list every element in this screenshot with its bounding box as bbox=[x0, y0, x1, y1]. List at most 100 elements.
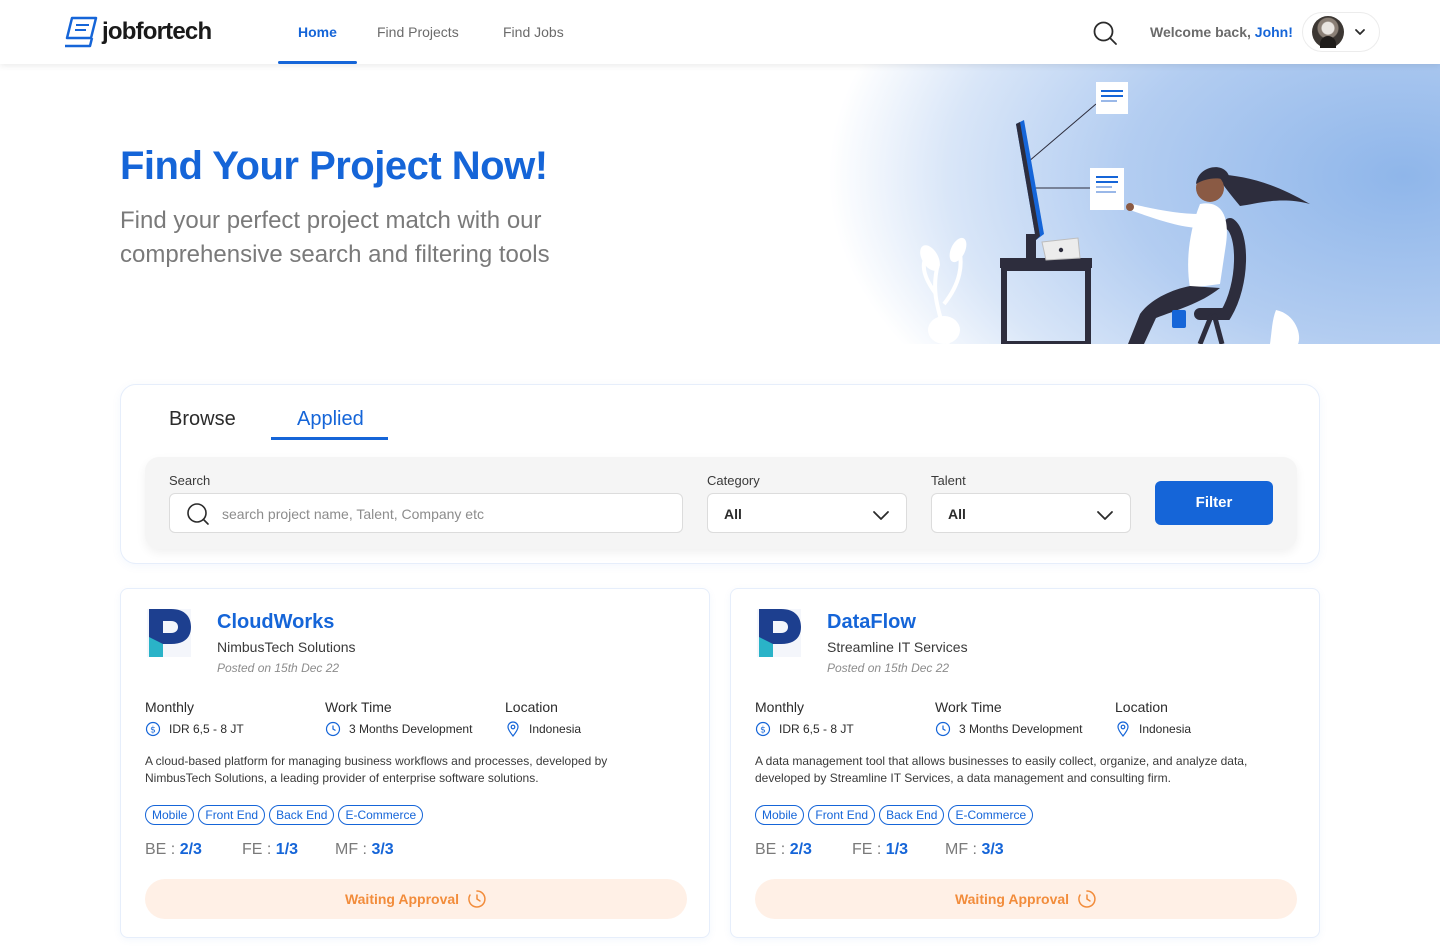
profile-menu[interactable] bbox=[1302, 12, 1380, 52]
salary-text: IDR 6,5 - 8 JT bbox=[779, 722, 854, 736]
dollar-icon: $ bbox=[145, 721, 161, 737]
quota-fe-label: FE bbox=[242, 841, 263, 858]
svg-text:$: $ bbox=[150, 726, 156, 736]
category-select[interactable]: All bbox=[707, 493, 907, 533]
project-title[interactable]: DataFlow bbox=[827, 611, 916, 634]
tag-mobile[interactable]: Mobile bbox=[145, 805, 195, 825]
quota-mf: MF : 3/3 bbox=[945, 841, 1004, 858]
quota-mf-label: MF bbox=[945, 841, 969, 858]
location-text: Indonesia bbox=[1139, 722, 1192, 736]
project-card[interactable]: CloudWorks NimbusTech Solutions Posted o… bbox=[120, 588, 710, 938]
quota-be-label: BE bbox=[145, 841, 167, 858]
status-text: Waiting Approval bbox=[344, 891, 460, 907]
talent-select[interactable]: All bbox=[931, 493, 1131, 533]
quota-fe: FE : 1/3 bbox=[242, 841, 299, 858]
chevron-down-icon bbox=[873, 511, 889, 520]
tag-list: Mobile Front End Back End E-Commerce bbox=[145, 805, 424, 825]
location-label: Location bbox=[505, 699, 558, 715]
tab-applied[interactable]: Applied bbox=[271, 407, 388, 440]
work-time-label: Work Time bbox=[325, 699, 392, 715]
posted-date: Posted on 15th Dec 22 bbox=[217, 661, 340, 675]
status-text: Waiting Approval bbox=[954, 891, 1070, 907]
filter-bar: Search search project name, Talent, Comp… bbox=[145, 457, 1297, 549]
status-badge[interactable]: Waiting Approval bbox=[755, 879, 1297, 919]
tab-browse[interactable]: Browse bbox=[169, 407, 236, 439]
clock-icon bbox=[325, 721, 341, 737]
quota-mf-value: 3/3 bbox=[371, 841, 394, 858]
work-time-value: 3 Months Development bbox=[935, 721, 1082, 737]
quota-fe: FE : 1/3 bbox=[852, 841, 909, 858]
location-value: Indonesia bbox=[1115, 721, 1191, 737]
hero-illustration bbox=[920, 82, 1310, 344]
chevron-down-icon bbox=[1097, 511, 1113, 520]
quota-mf-value: 3/3 bbox=[981, 841, 1004, 858]
quota-mf-label: MF bbox=[335, 841, 359, 858]
navbar: jobfortech Home Find Projects Find Jobs … bbox=[0, 0, 1440, 64]
talent-label: Talent bbox=[931, 473, 966, 488]
location-label: Location bbox=[1115, 699, 1168, 715]
company-name: NimbusTech Solutions bbox=[217, 639, 356, 655]
hero-subtitle: Find your perfect project match with our… bbox=[120, 207, 550, 268]
company-logo-icon bbox=[147, 609, 191, 657]
user-name: John bbox=[1254, 24, 1289, 40]
search-input[interactable]: search project name, Talent, Company etc bbox=[169, 493, 683, 533]
avatar bbox=[1312, 16, 1344, 48]
quota-fe-value: 1/3 bbox=[275, 841, 299, 858]
work-time-text: 3 Months Development bbox=[959, 722, 1083, 736]
timer-icon bbox=[468, 890, 486, 908]
nav-home[interactable]: Home bbox=[278, 0, 357, 64]
salary-value: $ IDR 6,5 - 8 JT bbox=[755, 721, 854, 737]
salary-text: IDR 6,5 - 8 JT bbox=[169, 722, 244, 736]
timer-icon bbox=[1078, 890, 1096, 908]
nav-find-jobs[interactable]: Find Jobs bbox=[503, 0, 564, 64]
quota-mf: MF : 3/3 bbox=[335, 841, 394, 858]
project-filter-panel: Browse Applied Search search project nam… bbox=[120, 384, 1320, 564]
chevron-down-icon bbox=[1355, 29, 1365, 35]
brand-name: jobfortech bbox=[102, 18, 212, 45]
location-text: Indonesia bbox=[529, 722, 582, 736]
quota-fe-label: FE bbox=[852, 841, 873, 858]
search-icon[interactable] bbox=[1092, 20, 1118, 46]
project-card[interactable]: DataFlow Streamline IT Services Posted o… bbox=[730, 588, 1320, 938]
hero-section: Find Your Project Now! Find your perfect… bbox=[0, 64, 1440, 344]
work-time-value: 3 Months Development bbox=[325, 721, 472, 737]
category-label: Category bbox=[707, 473, 760, 488]
laptop-logo-icon bbox=[65, 16, 98, 48]
quota-be-value: 2/3 bbox=[179, 841, 202, 858]
clock-icon bbox=[935, 721, 951, 737]
dollar-icon: $ bbox=[755, 721, 771, 737]
category-value: All bbox=[724, 506, 742, 522]
tag-front-end[interactable]: Front End bbox=[808, 805, 876, 825]
company-logo-icon bbox=[757, 609, 801, 657]
welcome-prefix: Welcome back, bbox=[1150, 24, 1255, 40]
location-value: Indonesia bbox=[505, 721, 581, 737]
tag-back-end[interactable]: Back End bbox=[879, 805, 945, 825]
tag-e-commerce[interactable]: E-Commerce bbox=[338, 805, 424, 825]
company-name: Streamline IT Services bbox=[827, 639, 968, 655]
quota-fe-value: 1/3 bbox=[885, 841, 909, 858]
quota-be-value: 2/3 bbox=[789, 841, 812, 858]
tag-front-end[interactable]: Front End bbox=[198, 805, 266, 825]
tag-e-commerce[interactable]: E-Commerce bbox=[948, 805, 1034, 825]
brand-logo[interactable]: jobfortech bbox=[64, 14, 212, 50]
posted-date: Posted on 15th Dec 22 bbox=[827, 661, 950, 675]
salary-label: Monthly bbox=[755, 699, 805, 715]
work-time-text: 3 Months Development bbox=[349, 722, 473, 736]
project-description: A data management tool that allows busin… bbox=[755, 754, 1248, 785]
project-title[interactable]: CloudWorks bbox=[217, 611, 334, 634]
quota-be: BE : 2/3 bbox=[755, 841, 812, 858]
filter-button[interactable]: Filter bbox=[1155, 481, 1273, 525]
tag-mobile[interactable]: Mobile bbox=[755, 805, 805, 825]
search-placeholder: search project name, Talent, Company etc bbox=[222, 506, 484, 522]
hero-title: Find Your Project Now! bbox=[120, 144, 548, 188]
salary-label: Monthly bbox=[145, 699, 195, 715]
welcome-message: Welcome back, John! bbox=[1150, 24, 1293, 40]
status-badge[interactable]: Waiting Approval bbox=[145, 879, 687, 919]
svg-text:$: $ bbox=[760, 726, 766, 736]
tag-back-end[interactable]: Back End bbox=[269, 805, 335, 825]
nav-find-projects[interactable]: Find Projects bbox=[377, 0, 459, 64]
project-description: A cloud-based platform for managing busi… bbox=[145, 754, 608, 785]
location-pin-icon bbox=[507, 721, 519, 737]
quota-be-label: BE bbox=[755, 841, 777, 858]
location-pin-icon bbox=[1117, 721, 1129, 737]
